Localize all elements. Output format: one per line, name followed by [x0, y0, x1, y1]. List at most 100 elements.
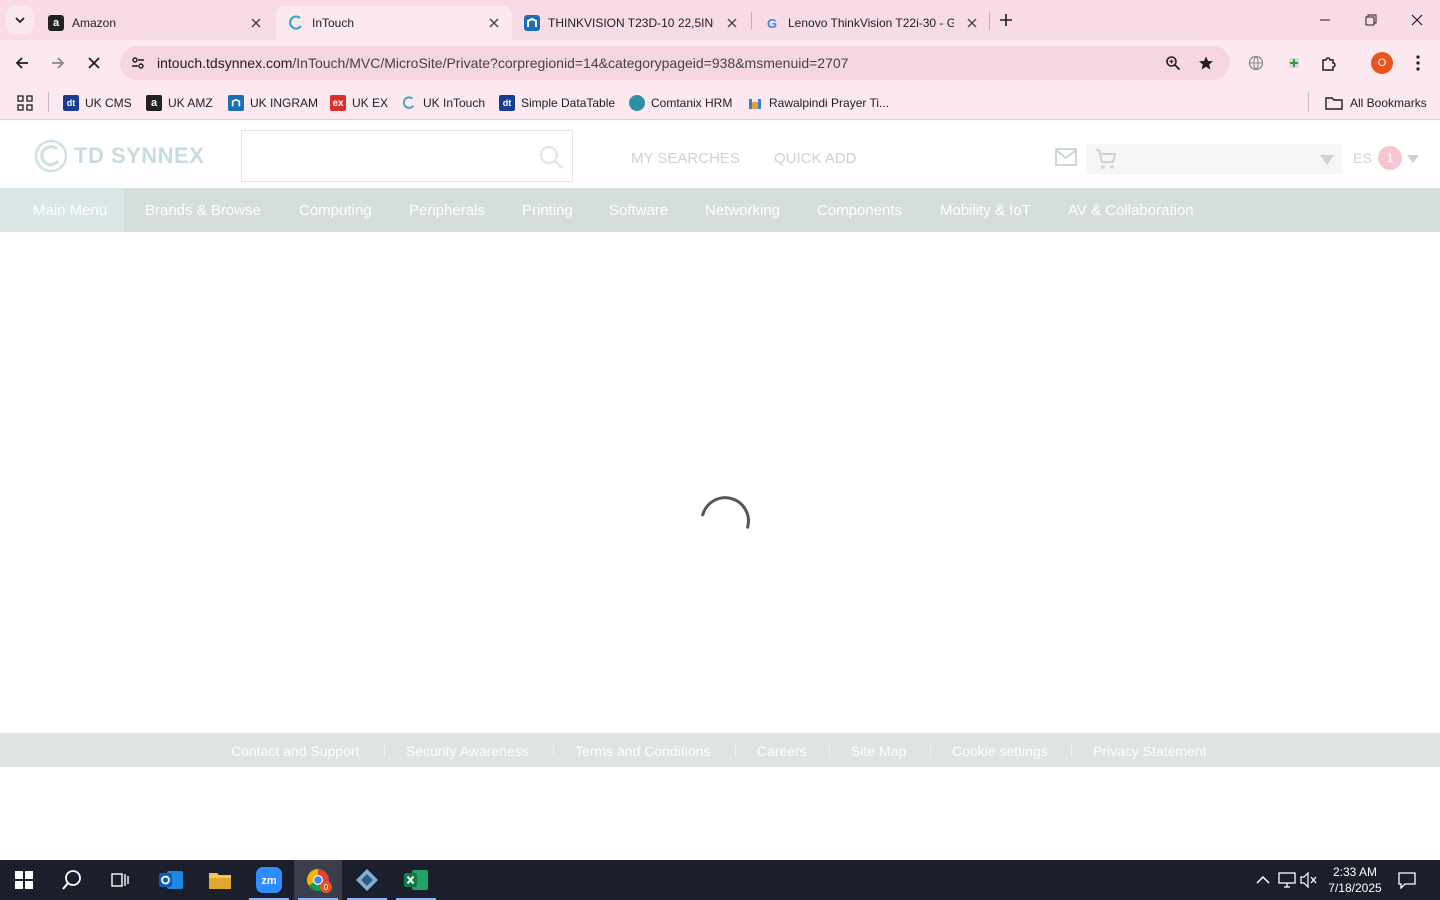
all-bookmarks-label: All Bookmarks	[1350, 96, 1427, 110]
stop-loading-button[interactable]	[80, 49, 108, 77]
volume-button[interactable]	[1300, 871, 1318, 889]
file-explorer-app[interactable]	[196, 860, 244, 900]
back-button[interactable]	[8, 49, 36, 77]
tab-amazon[interactable]: a Amazon	[36, 6, 274, 40]
tab-strip: a Amazon InTouch THINKVISION T23D-10 22,…	[0, 0, 1440, 40]
tdsynnex-swirl-icon	[401, 95, 417, 111]
extension-button[interactable]	[1280, 49, 1308, 77]
apps-grid-icon	[17, 95, 33, 111]
bookmark-star-icon[interactable]	[1193, 50, 1219, 76]
nav-software[interactable]: Software	[609, 188, 668, 232]
url-path: /InTouch/MVC/MicroSite/Private?corpregio…	[292, 55, 849, 71]
forward-button[interactable]	[44, 49, 72, 77]
nav-main-menu[interactable]: Main Menu	[0, 188, 125, 232]
tab-thinkvision[interactable]: THINKVISION T23D-10 22,5INC	[512, 6, 750, 40]
plus-icon	[1000, 14, 1012, 26]
close-window-button[interactable]	[1394, 0, 1440, 40]
translate-button[interactable]	[1242, 49, 1270, 77]
language-selector[interactable]: ES	[1353, 150, 1372, 166]
search-icon[interactable]	[538, 144, 564, 170]
nav-computing[interactable]: Computing	[299, 188, 372, 232]
bookmark-comtanix-hrm[interactable]: Comtanix HRM	[629, 92, 732, 114]
zoom-app[interactable]: zm	[245, 860, 293, 900]
close-icon[interactable]	[722, 13, 742, 33]
puzzle-icon	[1322, 57, 1336, 71]
url-text[interactable]: intouch.tdsynnex.com/InTouch/MVC/MicroSi…	[157, 55, 848, 71]
system-clock[interactable]: 2:33 AM 7/18/2025	[1322, 864, 1388, 896]
nav-printing[interactable]: Printing	[522, 188, 573, 232]
clock-time: 2:33 AM	[1332, 865, 1378, 879]
dtable-icon: dt	[63, 95, 79, 111]
bookmark-uk-ex[interactable]: ex UK EX	[330, 92, 388, 114]
quick-add-link[interactable]: QUICK ADD	[774, 150, 857, 167]
nav-brands-browse[interactable]: Brands & Browse	[145, 188, 261, 232]
tab-search-button[interactable]	[6, 6, 34, 34]
bookmark-label: UK CMS	[85, 96, 132, 110]
footer-contact-support[interactable]: Contact and Support	[231, 743, 359, 759]
nav-networking[interactable]: Networking	[705, 188, 780, 232]
bookmark-uk-amz[interactable]: a UK AMZ	[146, 92, 213, 114]
footer-cookie-settings[interactable]: Cookie settings	[952, 743, 1048, 759]
nav-components[interactable]: Components	[817, 188, 902, 232]
search-input[interactable]	[252, 145, 522, 169]
extension-plus-icon	[1289, 58, 1299, 68]
site-logo[interactable]: TD SYNNEX	[34, 139, 204, 173]
bookmark-simple-datatable[interactable]: dt Simple DataTable	[499, 92, 615, 114]
nav-av-collaboration[interactable]: AV & Collaboration	[1068, 188, 1194, 232]
footer-security-awareness[interactable]: Security Awareness	[406, 743, 529, 759]
chrome-menu-button[interactable]	[1404, 49, 1432, 77]
address-bar[interactable]: intouch.tdsynnex.com/InTouch/MVC/MicroSi…	[120, 46, 1230, 80]
nav-peripherals[interactable]: Peripherals	[409, 188, 485, 232]
start-button[interactable]	[0, 860, 48, 900]
zoom-icon[interactable]	[1160, 50, 1186, 76]
site-info-icon[interactable]	[125, 50, 151, 76]
apps-button[interactable]	[17, 92, 33, 114]
bookmark-label: UK INGRAM	[250, 96, 319, 110]
bookmark-uk-intouch[interactable]: UK InTouch	[401, 92, 485, 114]
close-icon	[1411, 14, 1423, 26]
site-footer: Contact and Support Security Awareness T…	[0, 733, 1440, 767]
footer-careers[interactable]: Careers	[757, 743, 807, 759]
footer-privacy-statement[interactable]: Privacy Statement	[1093, 743, 1207, 759]
my-searches-link[interactable]: MY SEARCHES	[631, 150, 740, 167]
tab-intouch[interactable]: InTouch	[276, 6, 512, 40]
chrome-app[interactable]: 0	[294, 860, 342, 900]
pinned-app[interactable]	[343, 860, 391, 900]
bookmark-uk-ingram[interactable]: UK INGRAM	[228, 92, 318, 114]
taskbar-search-button[interactable]	[48, 860, 96, 900]
cart-dropdown[interactable]	[1086, 144, 1342, 174]
tab-title: Lenovo ThinkVision T22i-30 - G	[788, 16, 954, 30]
tdsynnex-swirl-icon	[288, 15, 304, 31]
task-view-button[interactable]	[96, 860, 144, 900]
minimize-icon	[1320, 19, 1330, 21]
excel-app[interactable]	[392, 860, 440, 900]
main-navigation: Main Menu Brands & Browse Computing Peri…	[0, 188, 1440, 232]
bookmark-label: Simple DataTable	[521, 96, 616, 110]
minimize-button[interactable]	[1302, 0, 1348, 40]
notification-icon	[1398, 872, 1416, 889]
action-center-button[interactable]	[1398, 871, 1416, 889]
profile-avatar[interactable]: O	[1371, 52, 1393, 74]
chevron-down-icon[interactable]	[1407, 155, 1419, 163]
all-bookmarks-button[interactable]: All Bookmarks	[1325, 92, 1427, 114]
mail-icon[interactable]	[1055, 148, 1077, 166]
footer-separator	[930, 743, 931, 757]
bookmark-label: Comtanix HRM	[651, 96, 733, 110]
new-tab-button[interactable]	[994, 8, 1018, 32]
close-icon[interactable]	[246, 13, 266, 33]
bookmark-rawalpindi-prayer[interactable]: Rawalpindi Prayer Ti...	[747, 92, 889, 114]
extensions-menu-button[interactable]	[1315, 49, 1343, 77]
footer-terms-conditions[interactable]: Terms and Conditions	[575, 743, 710, 759]
chevron-up-icon	[1256, 875, 1270, 884]
close-icon[interactable]	[962, 13, 982, 33]
footer-site-map[interactable]: Site Map	[851, 743, 906, 759]
close-icon[interactable]	[484, 13, 504, 33]
network-status-button[interactable]	[1278, 871, 1296, 889]
nav-mobility-iot[interactable]: Mobility & IoT	[940, 188, 1031, 232]
show-hidden-icons-button[interactable]	[1254, 871, 1272, 889]
restore-button[interactable]	[1348, 0, 1394, 40]
outlook-app[interactable]	[147, 860, 195, 900]
tab-lenovo[interactable]: G Lenovo ThinkVision T22i-30 - G	[752, 6, 990, 40]
notification-badge[interactable]: 1	[1378, 146, 1402, 170]
bookmark-uk-cms[interactable]: dt UK CMS	[63, 92, 132, 114]
